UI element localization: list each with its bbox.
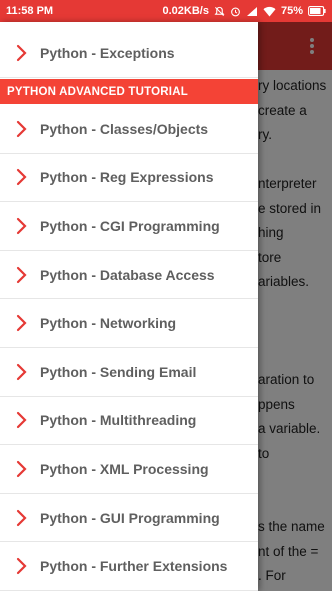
chevron-right-icon <box>16 315 27 332</box>
chevron-right-icon <box>16 509 27 526</box>
drawer-item-label: Python - Exceptions <box>40 44 175 61</box>
drawer-item[interactable]: Python - Sending Email <box>0 348 258 397</box>
chevron-right-icon <box>16 217 27 235</box>
section-header: PYTHON ADVANCED TUTORIAL <box>0 79 258 104</box>
drawer-item[interactable]: Python - Further Extensions <box>0 542 258 591</box>
drawer-item-label: Python - Classes/Objects <box>40 120 209 137</box>
drawer-item[interactable]: Python - XML Processing <box>0 445 258 494</box>
drawer-item[interactable]: Python - Reg Expressions <box>0 154 258 203</box>
battery-percent: 75% <box>280 5 303 17</box>
status-bar: 11:58 PM 0.02KB/s 75% <box>0 0 332 22</box>
status-icons: 0.02KB/s 75% <box>162 5 326 17</box>
drawer-item[interactable]: Python - GUI Programming <box>0 494 258 543</box>
mute-icon <box>214 6 225 17</box>
network-speed: 0.02KB/s <box>162 5 209 17</box>
drawer-item-label: Python - Reg Expressions <box>40 169 214 186</box>
chevron-right-icon <box>16 363 27 380</box>
navigation-drawer: Python - Exceptions PYTHON ADVANCED TUTO… <box>0 22 258 591</box>
chevron-right-icon <box>16 460 27 478</box>
drawer-item-label: Python - Database Access <box>40 266 215 283</box>
drawer-item-label: Python - CGI Programming <box>40 217 220 234</box>
alarm-icon <box>230 6 241 17</box>
drawer-item[interactable]: Python - Classes/Objects <box>0 105 258 154</box>
battery-icon <box>308 6 326 16</box>
drawer-item[interactable]: Python - Database Access <box>0 251 258 300</box>
chevron-right-icon <box>16 412 27 429</box>
chevron-right-icon <box>16 44 27 61</box>
chevron-right-icon <box>16 169 27 186</box>
drawer-item-label: Python - Networking <box>40 315 177 332</box>
drawer-item-label: Python - Further Extensions <box>40 558 228 575</box>
drawer-item-label: Python - GUI Programming <box>40 509 220 526</box>
drawer-item[interactable]: Python - Networking <box>0 299 258 348</box>
drawer-item[interactable]: Python - Multithreading <box>0 397 258 446</box>
drawer-item-label: Python - XML Processing <box>40 460 209 477</box>
drawer-item[interactable]: Python - CGI Programming <box>0 202 258 251</box>
status-time: 11:58 PM <box>6 5 54 17</box>
signal-icon <box>246 6 258 17</box>
chevron-right-icon <box>16 266 27 283</box>
drawer-item-label: Python - Multithreading <box>40 412 197 429</box>
drawer-item-exceptions[interactable]: Python - Exceptions <box>0 29 258 78</box>
drawer-item-label: Python - Sending Email <box>40 363 197 380</box>
chevron-right-icon <box>16 558 27 575</box>
wifi-icon <box>263 6 276 17</box>
chevron-right-icon <box>16 120 27 137</box>
